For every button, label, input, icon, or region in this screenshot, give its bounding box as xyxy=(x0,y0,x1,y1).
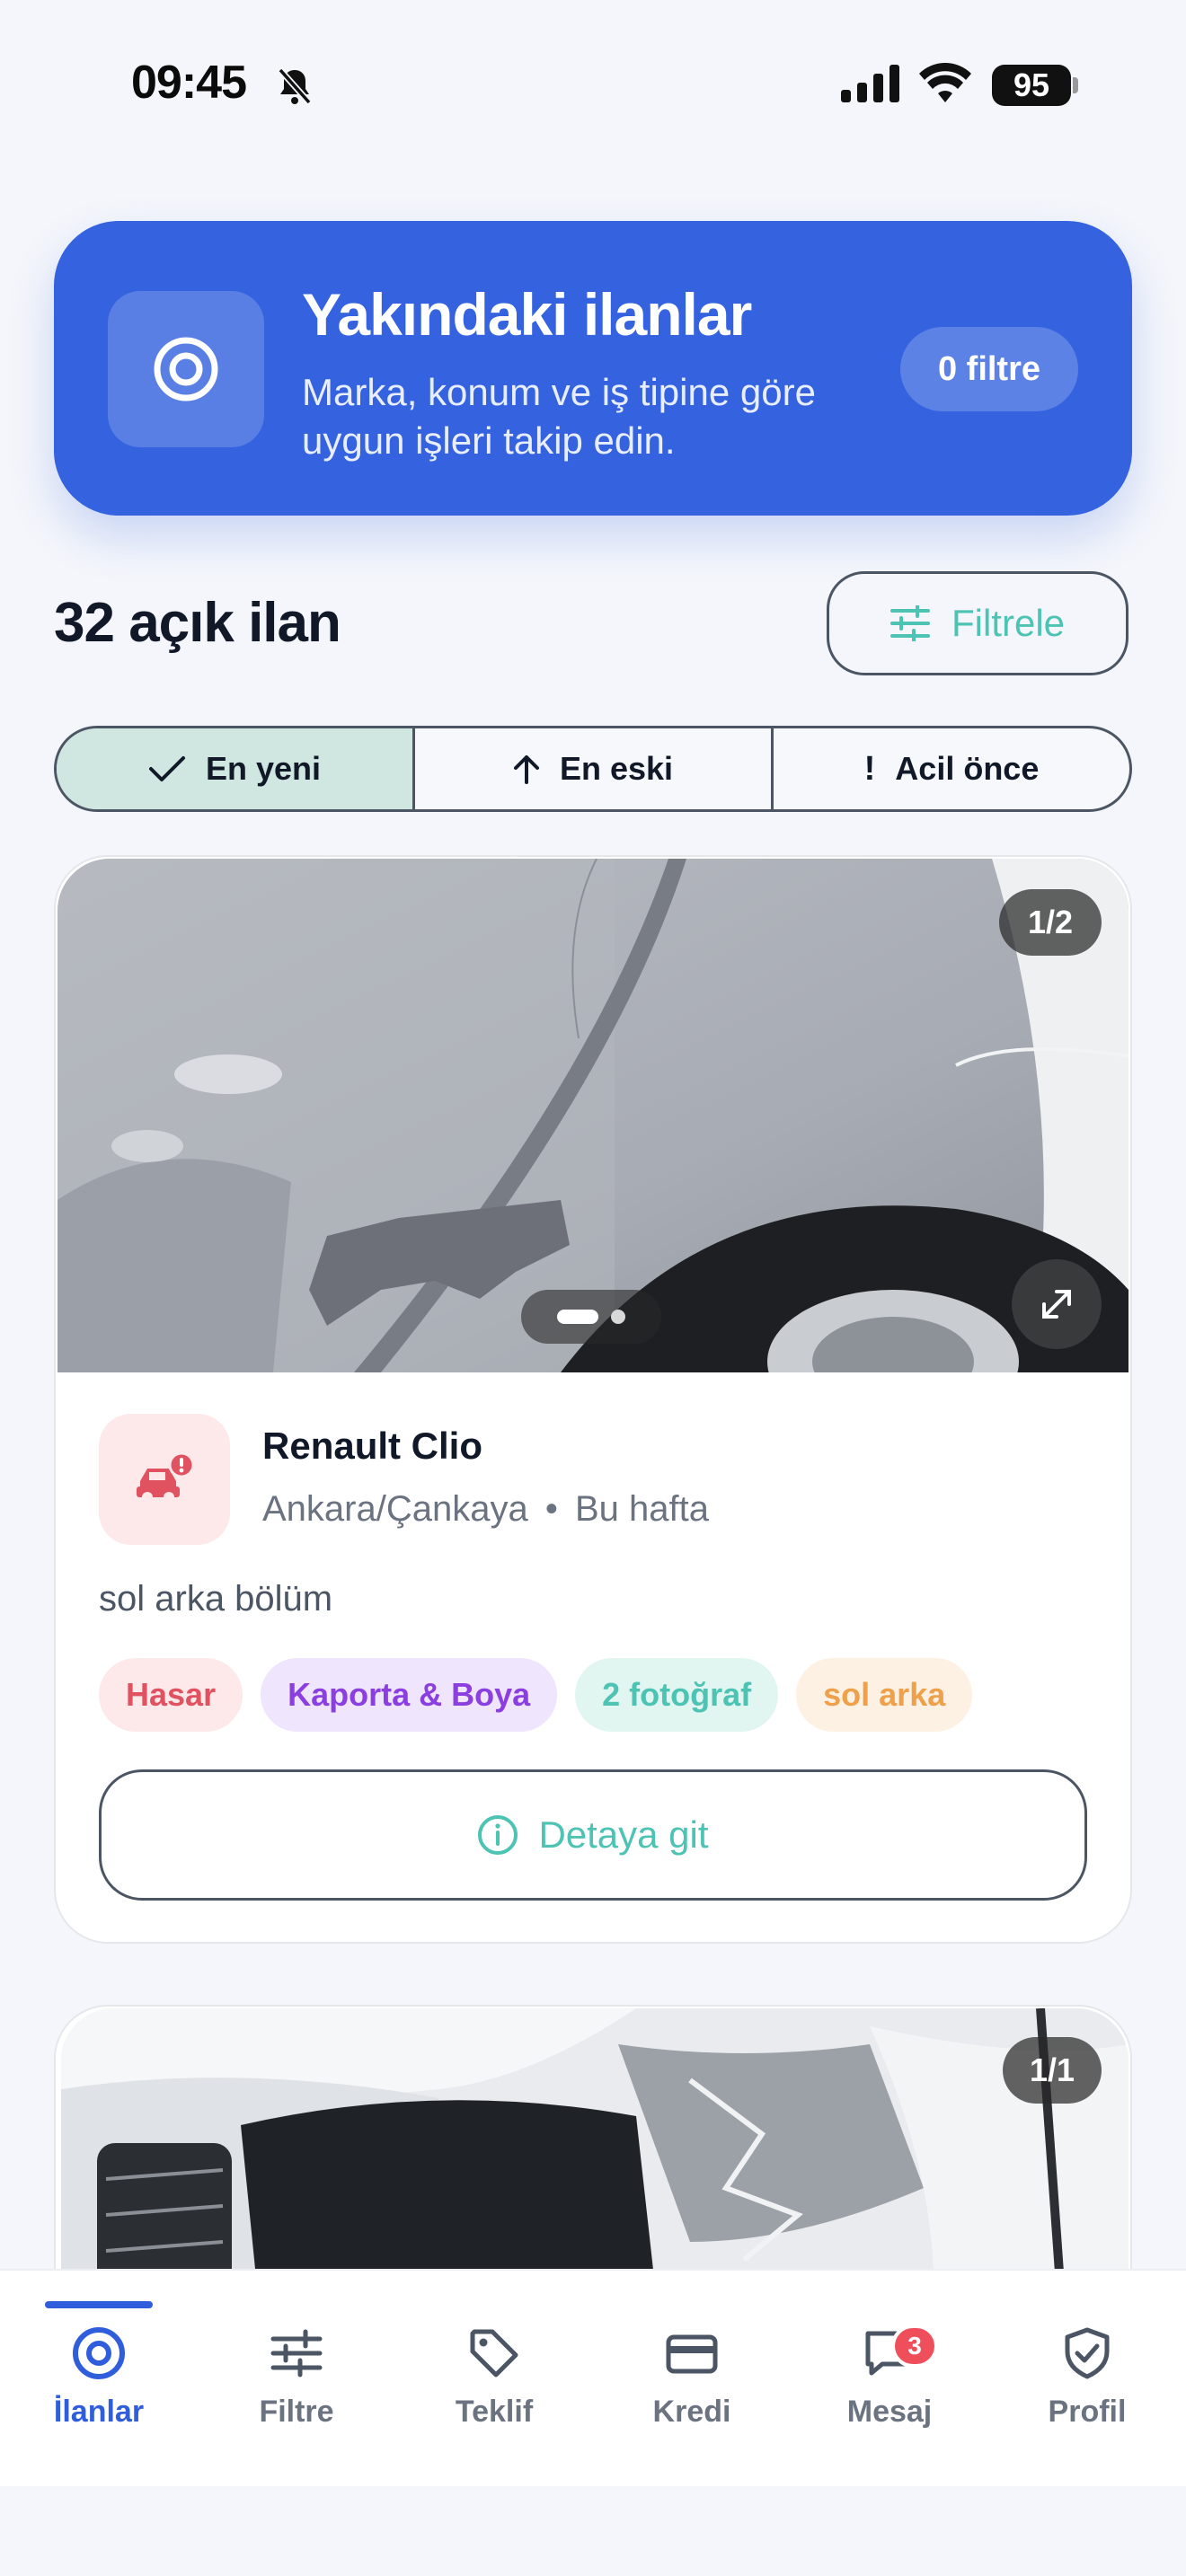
active-tab-indicator xyxy=(45,2301,153,2308)
meta-separator: • xyxy=(544,1489,558,1529)
listing-tags: Hasar Kaporta & Boya 2 fotoğraf sol arka xyxy=(99,1658,973,1732)
listing-description: sol arka bölüm xyxy=(99,1579,333,1619)
sliders-icon xyxy=(270,2329,323,2378)
tab-profile[interactable]: Profil xyxy=(988,2325,1186,2430)
filter-button-label: Filtrele xyxy=(951,602,1066,644)
battery-indicator: 95 xyxy=(992,65,1071,106)
status-time: 09:45 xyxy=(131,57,247,109)
tab-label: Kredi xyxy=(652,2395,731,2429)
sort-option-label: En yeni xyxy=(205,750,322,787)
credit-card-icon xyxy=(666,2334,718,2374)
tab-label: Mesaj xyxy=(846,2395,933,2429)
wifi-icon xyxy=(918,62,972,107)
pagination-dot xyxy=(611,1310,625,1324)
listing-time: Bu hafta xyxy=(575,1489,710,1529)
sort-option-newest[interactable]: En yeni xyxy=(57,728,412,809)
check-icon xyxy=(148,756,185,781)
sort-segmented-control: En yeni En eski ! Acil önce xyxy=(54,726,1132,812)
tab-listings[interactable]: İlanlar xyxy=(0,2325,198,2430)
at-target-icon xyxy=(108,291,264,447)
tag-damage: Hasar xyxy=(99,1658,243,1732)
damage-car-icon xyxy=(99,1414,230,1545)
tab-label: Filtre xyxy=(259,2395,334,2429)
sort-option-urgent[interactable]: ! Acil önce xyxy=(771,728,1129,809)
tab-label: Teklif xyxy=(455,2395,534,2429)
listing-meta: Ankara/Çankaya • Bu hafta xyxy=(262,1489,709,1530)
bell-off-icon xyxy=(277,66,313,110)
tab-label: Profil xyxy=(1048,2395,1127,2429)
tag-photo-count: 2 fotoğraf xyxy=(575,1658,779,1732)
detail-button-label: Detaya git xyxy=(538,1813,709,1856)
tag-category: Kaporta & Boya xyxy=(261,1658,558,1732)
listing-location: Ankara/Çankaya xyxy=(262,1489,528,1529)
photo-counter-badge: 1/1 xyxy=(1003,2037,1102,2104)
battery-tip xyxy=(1073,77,1078,93)
tab-messages[interactable]: Mesaj xyxy=(791,2325,988,2430)
photo-counter-badge: 1/2 xyxy=(999,889,1102,956)
tab-credit[interactable]: Kredi xyxy=(593,2325,791,2430)
tag-icon xyxy=(470,2329,518,2378)
listing-count: 32 açık ilan xyxy=(54,592,341,654)
cellular-signal-icon xyxy=(841,65,900,107)
filter-count-pill[interactable]: 0 filtre xyxy=(900,327,1078,411)
listing-title: Renault Clio xyxy=(262,1425,483,1467)
tab-label: İlanlar xyxy=(53,2395,145,2429)
tab-offer[interactable]: Teklif xyxy=(395,2325,593,2430)
exclamation-icon: ! xyxy=(863,749,876,788)
filter-button[interactable]: Filtrele xyxy=(827,571,1128,675)
sort-option-label: Acil önce xyxy=(895,750,1040,787)
at-icon xyxy=(73,2327,125,2379)
info-icon xyxy=(478,1815,518,1855)
tab-filter[interactable]: Filtre xyxy=(198,2325,395,2430)
message-count-badge: 3 xyxy=(891,2325,938,2368)
shield-check-icon xyxy=(1065,2327,1110,2379)
sort-option-oldest[interactable]: En eski xyxy=(412,728,771,809)
banner-subtitle: Marka, konum ve iş tipine göre uygun işl… xyxy=(302,371,816,462)
banner-title: Yakındaki ilanlar xyxy=(302,281,752,348)
sort-option-label: En eski xyxy=(559,750,674,787)
tag-location: sol arka xyxy=(796,1658,973,1732)
expand-icon[interactable] xyxy=(1012,1259,1102,1349)
photo-pagination-dots[interactable] xyxy=(521,1290,661,1344)
pagination-dot-active xyxy=(557,1310,598,1324)
detail-button[interactable]: Detaya git xyxy=(99,1769,1087,1901)
arrow-up-icon xyxy=(513,755,539,784)
sliders-icon xyxy=(890,605,930,641)
